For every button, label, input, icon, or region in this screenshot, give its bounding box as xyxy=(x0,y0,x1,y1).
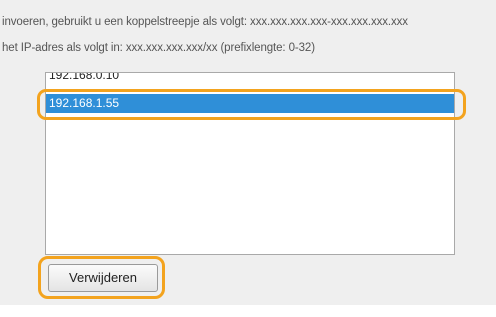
list-item[interactable]: 192.168.0.10 xyxy=(46,73,454,83)
remove-button[interactable]: Verwijderen xyxy=(48,264,158,292)
instruction-prefix-text: het IP-adres als volgt in: xxx.xxx.xxx.x… xyxy=(2,42,315,54)
ip-address-listbox[interactable]: 192.168.0.10 192.168.1.55 xyxy=(45,72,455,255)
instruction-range-text: invoeren, gebruikt u een koppelstreepje … xyxy=(2,16,408,28)
list-item-selected[interactable]: 192.168.1.55 xyxy=(46,94,454,113)
settings-panel: invoeren, gebruikt u een koppelstreepje … xyxy=(0,0,496,305)
